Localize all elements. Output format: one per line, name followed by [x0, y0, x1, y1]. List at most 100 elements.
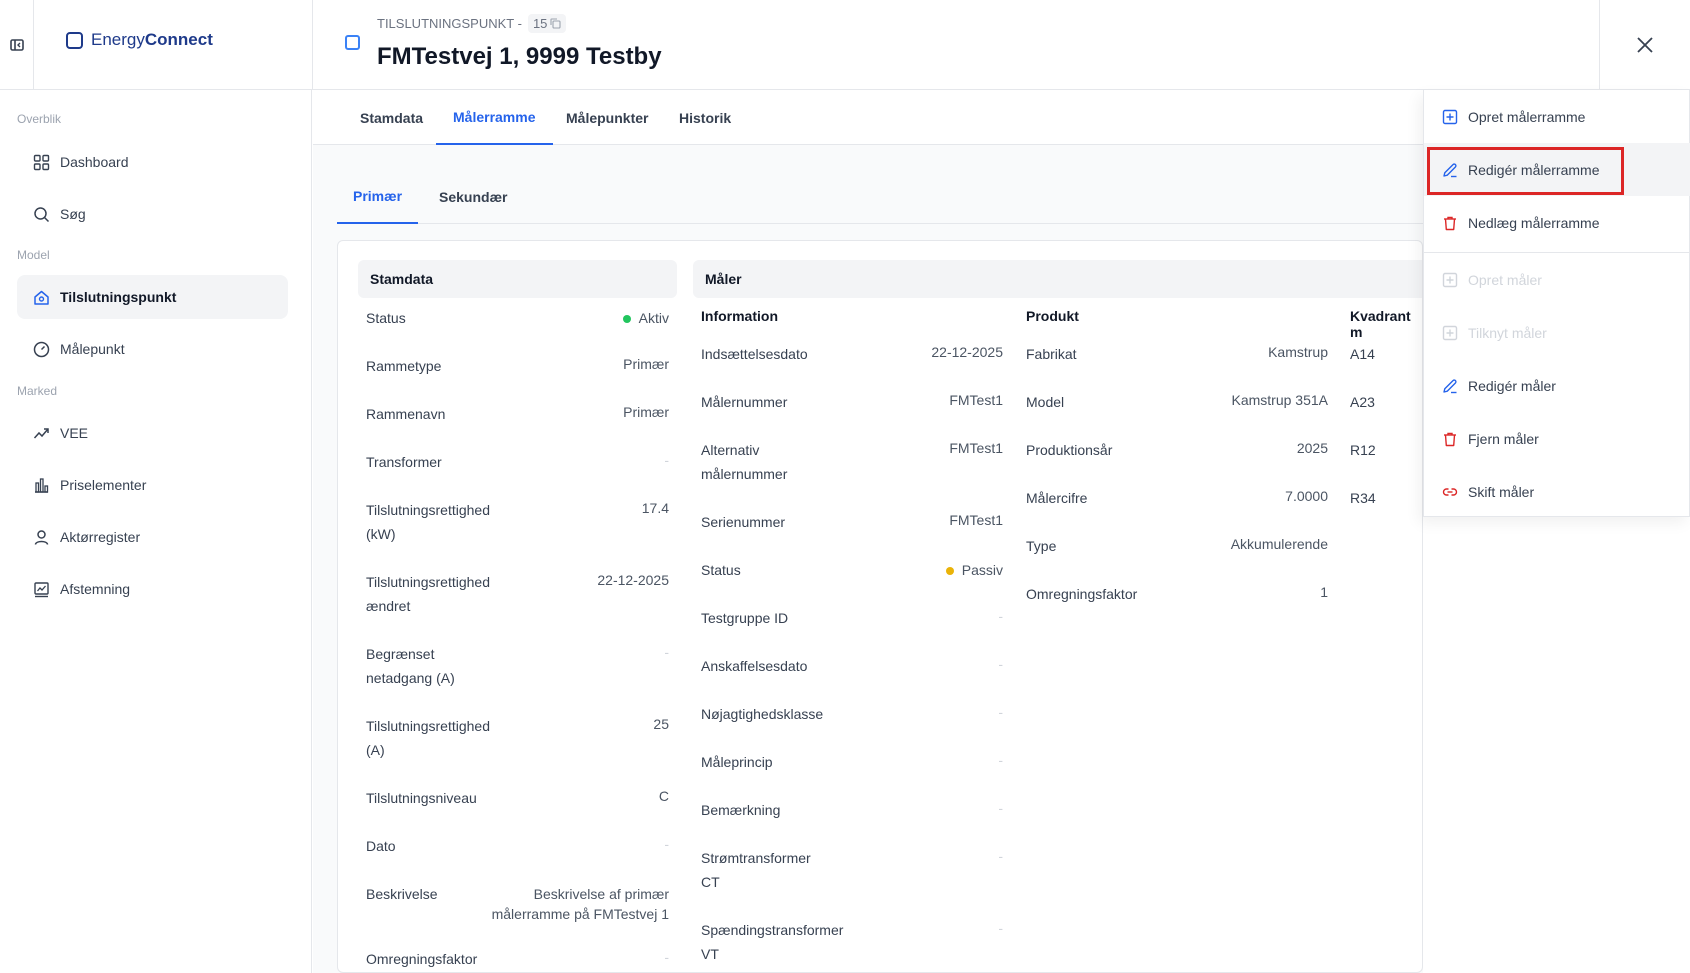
menu-item-label: Opret målerramme: [1468, 108, 1586, 125]
menu-item-label: Skift måler: [1468, 483, 1535, 500]
actions-menu: Opret målerramme Redigér målerramme Nedl…: [1423, 90, 1690, 517]
sidebar-item-label: VEE: [60, 425, 89, 441]
stamdata-value: -: [664, 644, 669, 660]
information-value: -: [998, 608, 1003, 624]
sidebar-item-label: Aktørregister: [60, 529, 141, 545]
close-button[interactable]: [1599, 0, 1690, 90]
page-title: FMTestvej 1, 9999 Testby: [377, 43, 662, 70]
stamdata-header: Stamdata: [358, 260, 677, 298]
tab-historik[interactable]: Historik: [679, 90, 731, 145]
plus-square-icon: [1442, 325, 1458, 340]
plus-square-icon: [1442, 109, 1458, 124]
information-label: Status: [701, 562, 741, 578]
kvadrant-heading: Kvadrant m: [1350, 308, 1411, 340]
information-label: Serienummer: [701, 514, 786, 530]
stamdata-label: Status: [366, 310, 406, 326]
sidebar-item-tilslutningspunkt[interactable]: Tilslutningspunkt: [17, 275, 288, 319]
main-tabs: Stamdata Målerramme Målepunkter Historik: [313, 90, 1423, 145]
stamdata-value: Primær: [623, 356, 669, 372]
stamdata-label: Rammenavn: [366, 406, 446, 422]
sidebar-section-overblik: Overblik: [17, 112, 62, 126]
sidebar-collapse-icon: [9, 39, 24, 51]
stamdata-label: Beskrivelse: [366, 886, 438, 902]
stamdata-label: Tilslutningsniveau: [366, 790, 477, 806]
information-label: Testgruppe ID: [701, 610, 789, 626]
stamdata-value: Beskrivelse af primær målerramme på FMTe…: [491, 886, 669, 922]
produkt-value: 2025: [1296, 440, 1328, 456]
information-value: -: [998, 848, 1003, 864]
link-icon: [1442, 487, 1458, 496]
menu-item-fjern-maler[interactable]: Fjern måler: [1424, 412, 1690, 465]
bar-chart-icon: [35, 477, 49, 493]
logo-text: EnergyConnect: [91, 30, 213, 49]
tab-malepunkter[interactable]: Målepunkter: [566, 90, 648, 145]
information-label: Spændingstransformer VT: [701, 922, 844, 962]
information-label: Målernummer: [701, 394, 788, 410]
sidebar-section-marked: Marked: [17, 384, 58, 398]
sidebar-item-aktorregister[interactable]: Aktørregister: [17, 515, 288, 559]
id-value: 15: [532, 16, 548, 31]
sidebar-section-model: Model: [17, 248, 50, 262]
tab-stamdata[interactable]: Stamdata: [360, 90, 423, 145]
chart-box-icon: [34, 581, 49, 597]
kvadrant-label: A14: [1350, 346, 1375, 362]
plus-square-icon: [1442, 272, 1458, 287]
information-value: FMTest1: [949, 392, 1003, 408]
menu-item-skift-maler[interactable]: Skift måler: [1424, 465, 1690, 518]
information-label: Nøjagtighedsklasse: [701, 706, 824, 722]
sidebar-item-sog[interactable]: Søg: [17, 192, 288, 236]
malerramme-card: Stamdata Status Aktiv Rammetype Primær R…: [337, 240, 1423, 973]
information-heading: Information: [701, 308, 778, 324]
menu-item-rediger-malerramme[interactable]: Redigér målerramme: [1424, 143, 1690, 196]
information-status-value: Passiv: [858, 560, 1003, 580]
menu-item-rediger-maler[interactable]: Redigér måler: [1424, 359, 1690, 412]
stamdata-value: 22-12-2025: [597, 572, 669, 588]
sub-tabs: Primær Sekundær: [337, 170, 1423, 224]
sidebar-item-dashboard[interactable]: Dashboard: [17, 140, 288, 184]
trash-icon: [1444, 432, 1456, 446]
kvadrant-label: R34: [1350, 490, 1376, 506]
information-value: 22-12-2025: [931, 344, 1003, 360]
produkt-value: Kamstrup: [1268, 344, 1328, 360]
menu-item-label: Fjern måler: [1468, 430, 1539, 447]
information-value: -: [998, 800, 1003, 816]
menu-item-opret-malerramme[interactable]: Opret målerramme: [1424, 90, 1690, 143]
sidebar-toggle-button[interactable]: [0, 0, 34, 90]
sidebar-item-malepunkt[interactable]: Målepunkt: [17, 327, 288, 371]
search-icon: [34, 206, 50, 222]
subtab-primaer[interactable]: Primær: [337, 170, 419, 224]
divider: [312, 0, 313, 90]
produkt-heading: Produkt: [1026, 308, 1079, 324]
subtab-sekundaer[interactable]: Sekundær: [439, 170, 507, 224]
select-checkbox[interactable]: [345, 35, 360, 50]
pencil-icon: [1443, 162, 1457, 177]
menu-item-label: Redigér måler: [1468, 377, 1556, 394]
menu-item-label: Redigér målerramme: [1468, 161, 1600, 178]
menu-item-nedlaeg-malerramme[interactable]: Nedlæg målerramme: [1424, 196, 1690, 249]
information-label: Måleprincip: [701, 754, 773, 770]
stamdata-label: Begrænset netadgang (A): [366, 646, 455, 686]
kvadrant-label: A23: [1350, 394, 1375, 410]
pencil-icon: [1443, 378, 1457, 393]
stamdata-value: -: [664, 452, 669, 468]
stamdata-status-value: Aktiv: [518, 308, 669, 328]
sidebar-item-afstemning[interactable]: Afstemning: [17, 567, 288, 611]
kvadrant-label: R12: [1350, 442, 1376, 458]
stamdata-label: Dato: [366, 838, 396, 854]
produkt-value: 1: [1320, 584, 1328, 600]
sidebar: Overblik Dashboard Søg Model Tilslutning…: [0, 90, 312, 973]
information-value: -: [998, 752, 1003, 768]
stamdata-label: Transformer: [366, 454, 442, 470]
tab-malerramme[interactable]: Målerramme: [436, 90, 553, 145]
sidebar-item-label: Søg: [60, 206, 86, 222]
stamdata-label: Omregningsfaktor: [366, 951, 478, 967]
id-chip[interactable]: 15: [527, 14, 567, 33]
sidebar-item-vee[interactable]: VEE: [17, 411, 288, 455]
stamdata-label: Rammetype: [366, 358, 442, 374]
sidebar-item-label: Tilslutningspunkt: [60, 289, 177, 305]
status-dot-icon: [622, 315, 631, 324]
logo[interactable]: EnergyConnect: [66, 30, 213, 50]
sidebar-item-priselementer[interactable]: Priselementer: [17, 463, 288, 507]
menu-item-tilknyt-maler: Tilknyt måler: [1424, 306, 1690, 359]
information-value: -: [998, 920, 1003, 936]
